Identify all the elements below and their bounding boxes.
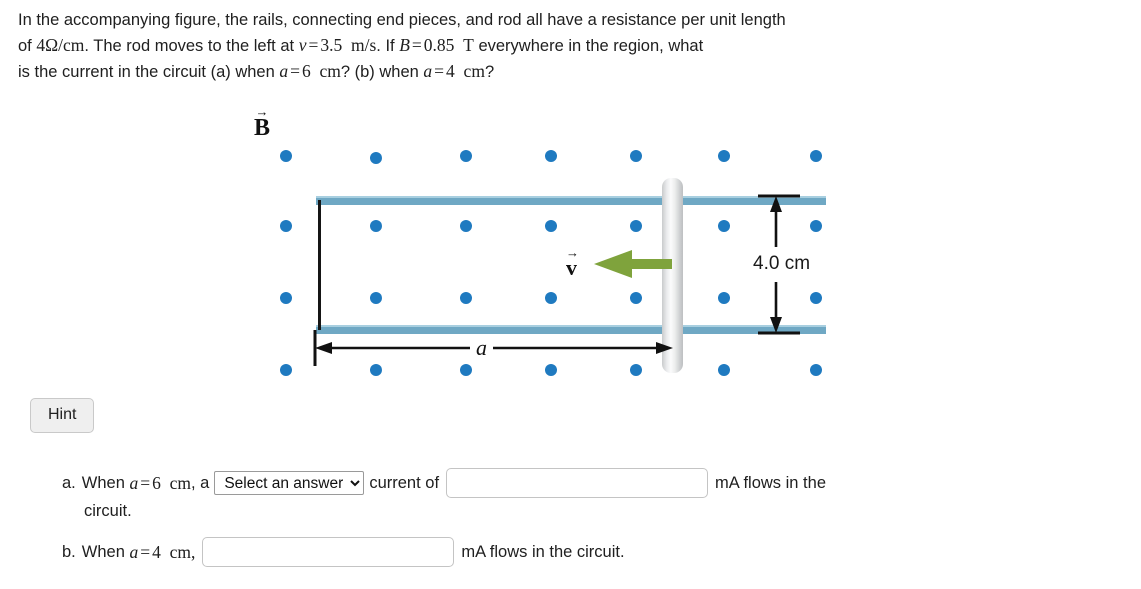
- problem-line-2-mid: . The rod moves to the left at: [84, 37, 299, 55]
- a-equals-4-expression: a = 4 cm: [423, 61, 485, 81]
- field-dot: [460, 150, 472, 162]
- part-a-unit-text: mA flows in the: [715, 473, 826, 492]
- length-dimension-graphic: [313, 330, 673, 366]
- field-dot: [718, 364, 730, 376]
- problem-line-1: In the accompanying figure, the rails, c…: [18, 11, 786, 29]
- v-vector-letter: v: [566, 255, 577, 280]
- field-dot: [370, 152, 382, 164]
- field-dot: [718, 292, 730, 304]
- a-equals-6-expression: a = 6 cm: [279, 61, 341, 81]
- answer-input-a[interactable]: [446, 468, 709, 498]
- field-dot: [280, 220, 292, 232]
- answer-input-b[interactable]: [202, 537, 455, 567]
- field-dot: [630, 292, 642, 304]
- problem-line-3-prefix: is the current in the circuit (a) when: [18, 63, 280, 81]
- field-dot: [810, 364, 822, 376]
- field-dot: [545, 150, 557, 162]
- resistance-expression: 4Ω/cm: [36, 35, 85, 55]
- problem-line-2-suffix: everywhere in the region, what: [473, 37, 704, 55]
- magnetic-field-expression: B = 0.85 T: [399, 35, 474, 55]
- b-vector-letter: B: [254, 115, 271, 141]
- problem-statement: In the accompanying figure, the rails, c…: [18, 8, 1108, 85]
- part-a-mid-text: current of: [369, 473, 440, 492]
- field-dot: [718, 150, 730, 162]
- problem-line-2-mid2: . If: [376, 37, 400, 55]
- part-b-unit-text: mA flows in the circuit.: [461, 542, 625, 561]
- velocity-arrow-icon: [594, 250, 672, 278]
- part-a-continuation: circuit.: [84, 502, 132, 520]
- field-dot: [370, 292, 382, 304]
- problem-line-2-prefix: of: [18, 37, 37, 55]
- part-b-marker: b.: [62, 542, 76, 561]
- field-dot: [280, 292, 292, 304]
- field-dot: [810, 150, 822, 162]
- width-dimension-label: 4.0 cm: [753, 253, 811, 274]
- part-a-a-expression: a = 6 cm: [129, 472, 191, 493]
- answer-row-b: b. When a = 4 cm, mA flows in the circuit.: [62, 537, 1102, 567]
- length-dimension-label: a: [470, 335, 493, 361]
- problem-line-3-suffix: ?: [484, 63, 495, 81]
- field-dot: [630, 150, 642, 162]
- part-a-marker: a.: [62, 473, 76, 492]
- field-dot: [545, 292, 557, 304]
- answer-section: a. When a = 6 cm, a Select an answer curre…: [62, 468, 1102, 567]
- answer-row-a: a. When a = 6 cm, a Select an answer curre…: [62, 468, 1102, 498]
- part-b-a-expression: a = 4 cm,: [129, 541, 196, 562]
- magnetic-field-label: → B: [254, 105, 271, 141]
- field-dot: [630, 220, 642, 232]
- field-dot: [460, 220, 472, 232]
- field-dot: [280, 150, 292, 162]
- part-a-comma: , a: [190, 473, 210, 492]
- circuit-figure: → B → v 4.0 cm a: [248, 100, 888, 395]
- velocity-label: → v: [566, 246, 579, 280]
- field-dot: [810, 292, 822, 304]
- hint-button[interactable]: Hint: [30, 398, 95, 433]
- left-end-piece: [318, 200, 321, 330]
- part-a-when-text: When: [81, 473, 130, 492]
- field-dot: [810, 220, 822, 232]
- velocity-expression: v = 3.5 m/s: [298, 35, 377, 55]
- answer-select-a[interactable]: Select an answer: [214, 471, 365, 495]
- problem-line-3-mid: ? (b) when: [340, 63, 424, 81]
- field-dot: [460, 292, 472, 304]
- field-dot: [718, 220, 730, 232]
- field-dot: [545, 220, 557, 232]
- part-b-when-text: When: [81, 542, 130, 561]
- field-dot: [280, 364, 292, 376]
- field-dot: [370, 220, 382, 232]
